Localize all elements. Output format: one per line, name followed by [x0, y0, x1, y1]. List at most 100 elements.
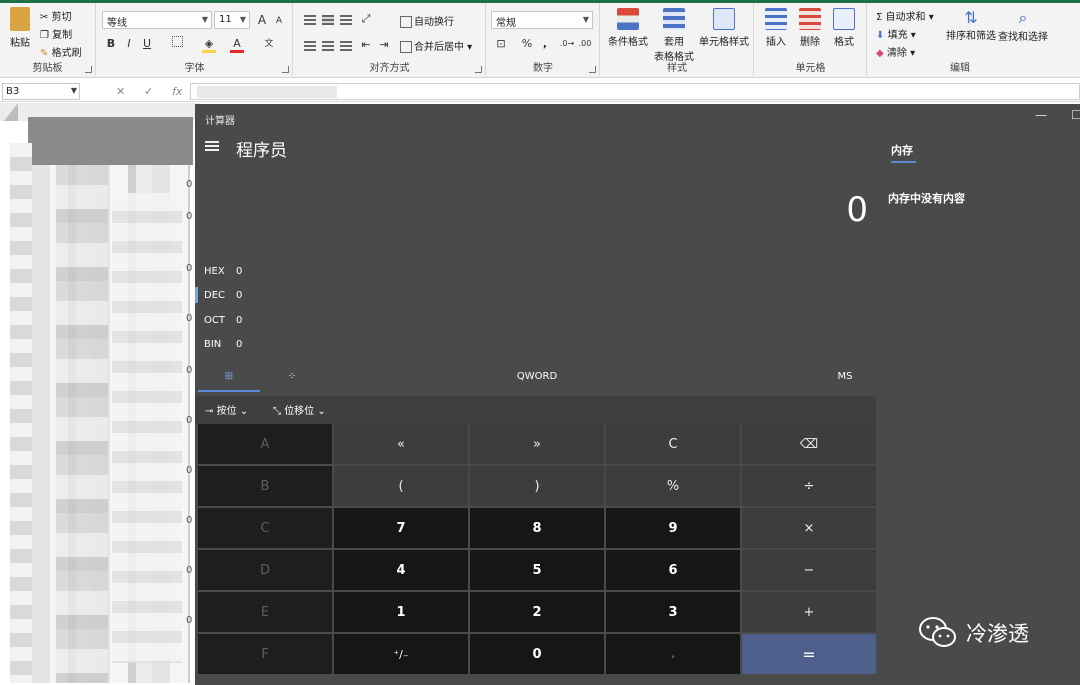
key-subtract[interactable]: −	[742, 550, 876, 590]
key-3[interactable]: 3	[606, 592, 740, 632]
cancel-icon[interactable]: ✕	[116, 85, 125, 98]
align-right-icon[interactable]	[340, 41, 352, 51]
minimize-icon[interactable]: —	[1035, 108, 1047, 122]
delete-icon	[799, 8, 821, 30]
border-button[interactable]	[169, 36, 185, 52]
grow-font-button[interactable]: A	[254, 12, 270, 28]
sort-filter-button[interactable]: ⇅ 排序和筛选	[946, 8, 996, 42]
align-top-icon[interactable]	[304, 15, 316, 25]
fill-button[interactable]: ⬇ 填充 ▾	[876, 26, 916, 41]
key-multiply[interactable]: ×	[742, 508, 876, 548]
fx-icon[interactable]: fx	[172, 85, 182, 98]
cut-button[interactable]: ✂ 剪切	[40, 8, 72, 23]
percent-button[interactable]: %	[519, 36, 535, 52]
paste-button[interactable]: 粘贴	[6, 7, 34, 49]
worksheet-grid[interactable]: 0 0 0 0 0 0 0 0 0 0	[0, 103, 200, 685]
cell-styles-button[interactable]: 单元格样式	[697, 8, 751, 48]
key-open-paren[interactable]: (	[334, 466, 468, 506]
increase-decimal-button[interactable]: .0→	[559, 36, 575, 52]
key-hex-d[interactable]: D	[198, 550, 332, 590]
phonetic-button[interactable]: 文	[261, 36, 277, 52]
word-size-button[interactable]: QWORD	[485, 362, 589, 392]
key-equals[interactable]: =	[742, 634, 876, 674]
formula-input[interactable]	[190, 83, 1080, 100]
format-as-table-button[interactable]: 套用 表格格式	[649, 8, 699, 63]
format-button[interactable]: 格式	[829, 8, 859, 48]
key-9[interactable]: 9	[606, 508, 740, 548]
bitwise-dropdown[interactable]: ⊸ 按位 ⌄	[205, 402, 248, 417]
align-left-icon[interactable]	[304, 41, 316, 51]
key-5[interactable]: 5	[470, 550, 604, 590]
italic-button[interactable]: I	[121, 36, 137, 52]
decrease-decimal-button[interactable]: .00	[577, 36, 593, 52]
key-clear[interactable]: C	[606, 424, 740, 464]
key-6[interactable]: 6	[606, 550, 740, 590]
clipboard-launcher-icon[interactable]	[85, 66, 92, 73]
key-4[interactable]: 4	[334, 550, 468, 590]
format-painter-button[interactable]: ✎ 格式刷	[40, 44, 82, 59]
tab-full-keypad[interactable]: ⊞	[198, 362, 260, 392]
key-8[interactable]: 8	[470, 508, 604, 548]
merge-center-button[interactable]: 合并后居中 ▾	[400, 38, 472, 53]
find-select-button[interactable]: ⌕ 查找和选择	[998, 8, 1048, 43]
alignment-launcher-icon[interactable]	[475, 66, 482, 73]
conditional-format-button[interactable]: 条件格式	[605, 8, 651, 48]
align-bottom-icon[interactable]	[340, 15, 352, 25]
radix-hex[interactable]: HEX 0	[204, 266, 242, 277]
comma-button[interactable]: ,	[537, 36, 553, 52]
key-divide[interactable]: ÷	[742, 466, 876, 506]
enter-icon[interactable]: ✓	[144, 85, 153, 98]
key-2[interactable]: 2	[470, 592, 604, 632]
key-hex-c[interactable]: C	[198, 508, 332, 548]
key-decimal[interactable]: .	[606, 634, 740, 674]
memory-store-button[interactable]: MS	[815, 362, 875, 392]
mode-title: 程序员	[236, 141, 287, 161]
key-negate[interactable]: ⁺∕₋	[334, 634, 468, 674]
clear-button[interactable]: ◆ 清除 ▾	[876, 44, 915, 59]
underline-button[interactable]: U	[139, 36, 155, 52]
tab-memory[interactable]: 内存	[891, 142, 913, 158]
maximize-icon[interactable]: ☐	[1071, 108, 1080, 122]
font-name-select[interactable]: 等线 ▼	[102, 11, 212, 29]
font-color-button[interactable]: A	[229, 36, 245, 53]
wrap-text-button[interactable]: 自动换行	[400, 13, 454, 28]
key-hex-a[interactable]: A	[198, 424, 332, 464]
radix-bin[interactable]: BIN 0	[204, 339, 242, 350]
insert-label: 插入	[766, 37, 786, 48]
menu-icon[interactable]	[205, 141, 219, 151]
radix-dec[interactable]: DEC 0	[204, 290, 242, 301]
key-1[interactable]: 1	[334, 592, 468, 632]
number-launcher-icon[interactable]	[589, 66, 596, 73]
font-launcher-icon[interactable]	[282, 66, 289, 73]
key-0[interactable]: 0	[470, 634, 604, 674]
decrease-indent-button[interactable]: ⇤	[358, 37, 374, 53]
autosum-button[interactable]: Σ 自动求和 ▾	[876, 8, 934, 23]
align-center-icon[interactable]	[322, 41, 334, 51]
key-hex-e[interactable]: E	[198, 592, 332, 632]
key-7[interactable]: 7	[334, 508, 468, 548]
font-size-select[interactable]: 11 ▼	[214, 11, 250, 29]
delete-button[interactable]: 删除	[795, 8, 825, 48]
copy-button[interactable]: ❐ 复制	[40, 26, 72, 41]
key-hex-f[interactable]: F	[198, 634, 332, 674]
radix-oct[interactable]: OCT 0	[204, 315, 242, 326]
key-close-paren[interactable]: )	[470, 466, 604, 506]
increase-indent-button[interactable]: ⇥	[376, 37, 392, 53]
align-middle-icon[interactable]	[322, 15, 334, 25]
shrink-font-button[interactable]: A	[271, 13, 287, 29]
insert-button[interactable]: 插入	[761, 8, 791, 48]
bold-button[interactable]: B	[103, 36, 119, 52]
key-rotate-right[interactable]: »	[470, 424, 604, 464]
fill-color-button[interactable]: ◈	[201, 36, 217, 53]
key-rotate-left[interactable]: «	[334, 424, 468, 464]
key-percent[interactable]: %	[606, 466, 740, 506]
key-add[interactable]: +	[742, 592, 876, 632]
name-box[interactable]: B3 ▼	[2, 83, 80, 100]
orientation-button[interactable]: ⤢	[358, 11, 374, 27]
key-hex-b[interactable]: B	[198, 466, 332, 506]
accounting-button[interactable]: ⊡	[493, 36, 509, 52]
tab-bit-toggling[interactable]: ⁘	[261, 362, 323, 392]
key-backspace[interactable]: ⌫	[742, 424, 876, 464]
number-format-select[interactable]: 常规 ▼	[491, 11, 593, 29]
bitshift-dropdown[interactable]: ⤡ 位移位 ⌄	[273, 402, 326, 417]
